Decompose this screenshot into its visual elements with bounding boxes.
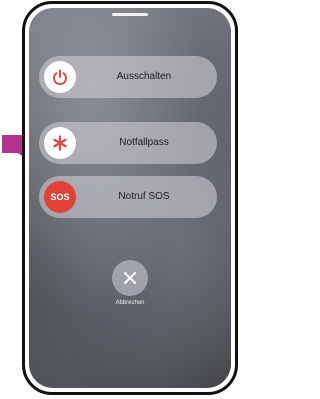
cancel-button[interactable] — [112, 260, 148, 296]
cancel-group: Abbrechen — [100, 260, 160, 306]
sos-icon-text: SOS — [50, 192, 70, 202]
sos-icon[interactable]: SOS — [44, 181, 76, 213]
medical-asterisk-icon[interactable] — [44, 127, 76, 159]
power-off-screen: Ausschalten Notfallpass SOS Notruf SOS A… — [29, 8, 231, 388]
power-icon[interactable] — [44, 61, 76, 93]
medical-id-label: Notfallpass — [119, 137, 169, 148]
power-off-slider[interactable]: Ausschalten — [39, 56, 217, 98]
notch — [112, 13, 148, 16]
emergency-sos-slider[interactable]: SOS Notruf SOS — [39, 176, 217, 218]
medical-id-slider[interactable]: Notfallpass — [39, 122, 217, 164]
emergency-sos-label: Notruf SOS — [118, 191, 170, 202]
cancel-label: Abbrechen — [115, 300, 145, 306]
phone-frame: Ausschalten Notfallpass SOS Notruf SOS A… — [22, 1, 238, 395]
power-off-label: Ausschalten — [116, 71, 172, 82]
stage: Ausschalten Notfallpass SOS Notruf SOS A… — [0, 0, 244, 399]
close-icon — [124, 272, 136, 284]
